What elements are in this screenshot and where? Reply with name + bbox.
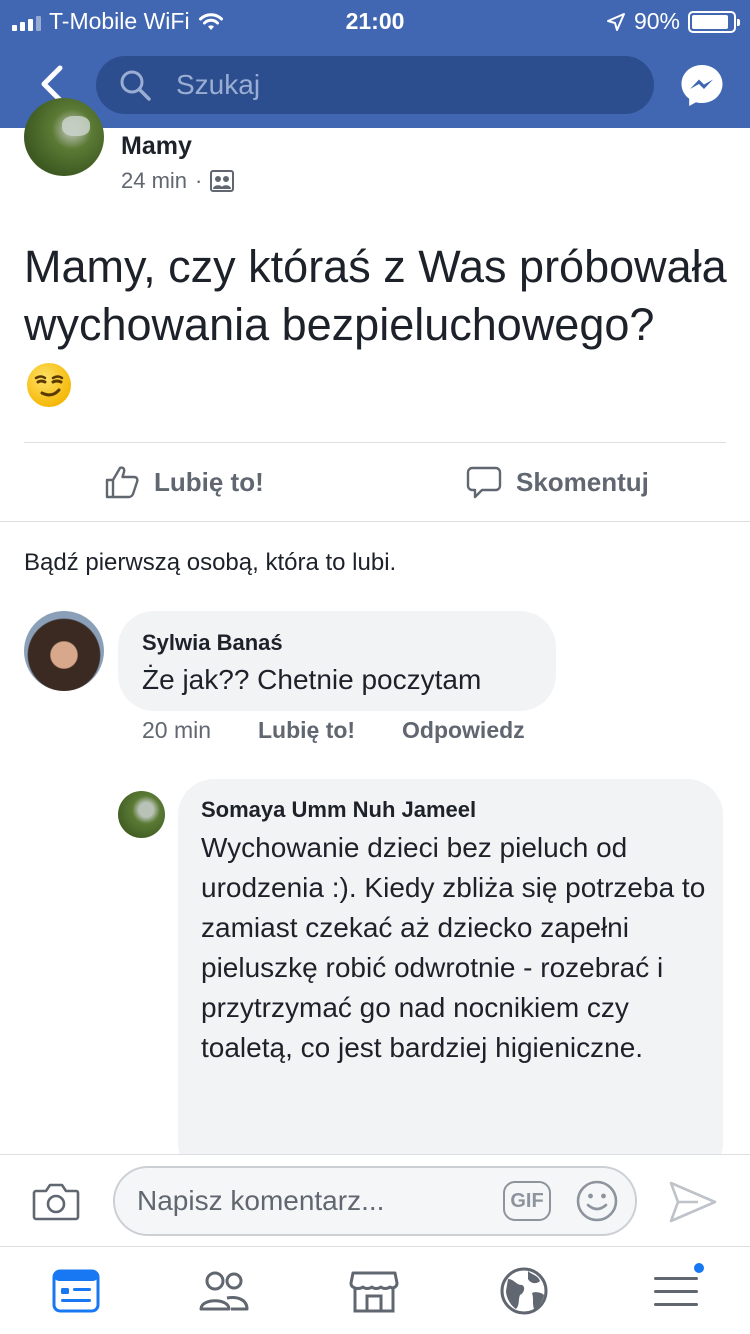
battery-percent: 90% [633,8,680,34]
post-author[interactable]: Mamy [121,132,192,161]
menu-button[interactable] [650,1261,706,1317]
battery-icon [688,10,740,33]
comment-text: Wychowanie dzieci bez pieluch od urodzen… [201,832,706,1063]
comment-composer: GIF [0,1154,750,1246]
like-label: Lubię to! [154,466,264,497]
bottom-tab-bar [0,1246,750,1334]
avatar[interactable] [118,791,165,838]
friends-icon[interactable] [198,1265,250,1317]
meta-separator: · [195,168,203,193]
comment-like-link[interactable]: Lubię to! [258,717,355,744]
comment-author[interactable]: Sylwia Banaś [142,630,283,656]
comment-label: Skomentuj [516,466,649,497]
post-meta: 24 min · [121,168,235,194]
send-icon[interactable] [668,1179,718,1225]
divider [0,521,750,522]
search-input[interactable] [176,56,636,114]
news-feed-icon[interactable] [50,1265,102,1317]
post-text: Mamy, czy któraś z Was próbowała wychowa… [24,241,727,350]
globe-icon[interactable] [498,1265,550,1317]
top-bar: T-Mobile WiFi 21:00 90% [0,0,750,128]
comment-button[interactable]: Skomentuj [466,443,649,521]
battery-fill [692,14,728,29]
avatar[interactable] [24,611,104,691]
notification-dot [692,1261,706,1275]
comment-input-field[interactable]: GIF [113,1166,637,1236]
status-right: 90% [606,8,740,35]
smirking-face-icon [27,363,71,407]
camera-icon[interactable] [32,1181,80,1221]
marketplace-icon[interactable] [348,1265,400,1317]
messenger-icon[interactable] [679,62,725,108]
location-arrow-icon [606,12,625,31]
search-bar[interactable] [96,56,654,114]
comment-text: Że jak?? Chetnie poczytam [142,664,482,695]
comment-icon [466,466,502,499]
comment-reply-link[interactable]: Odpowiedz [402,717,525,744]
comment-author[interactable]: Somaya Umm Nuh Jameel [201,797,476,823]
search-icon [120,70,151,101]
group-icon [210,170,235,192]
group-avatar[interactable] [24,98,104,176]
post-time[interactable]: 24 min [121,168,187,194]
status-bar: T-Mobile WiFi 21:00 90% [0,0,750,42]
thumbs-up-icon [105,466,139,499]
sticker-icon[interactable] [575,1179,619,1223]
post-actions: Lubię to! Skomentuj [0,443,750,521]
nav-bar [0,42,750,128]
comment-time: 20 min [142,717,212,743]
likes-summary: Bądź pierwszą osobą, która to lubi. [24,549,397,576]
comment-bubble[interactable] [118,611,556,711]
like-button[interactable]: Lubię to! [104,443,264,521]
gif-button[interactable]: GIF [503,1181,551,1221]
comment-input[interactable] [137,1168,497,1234]
